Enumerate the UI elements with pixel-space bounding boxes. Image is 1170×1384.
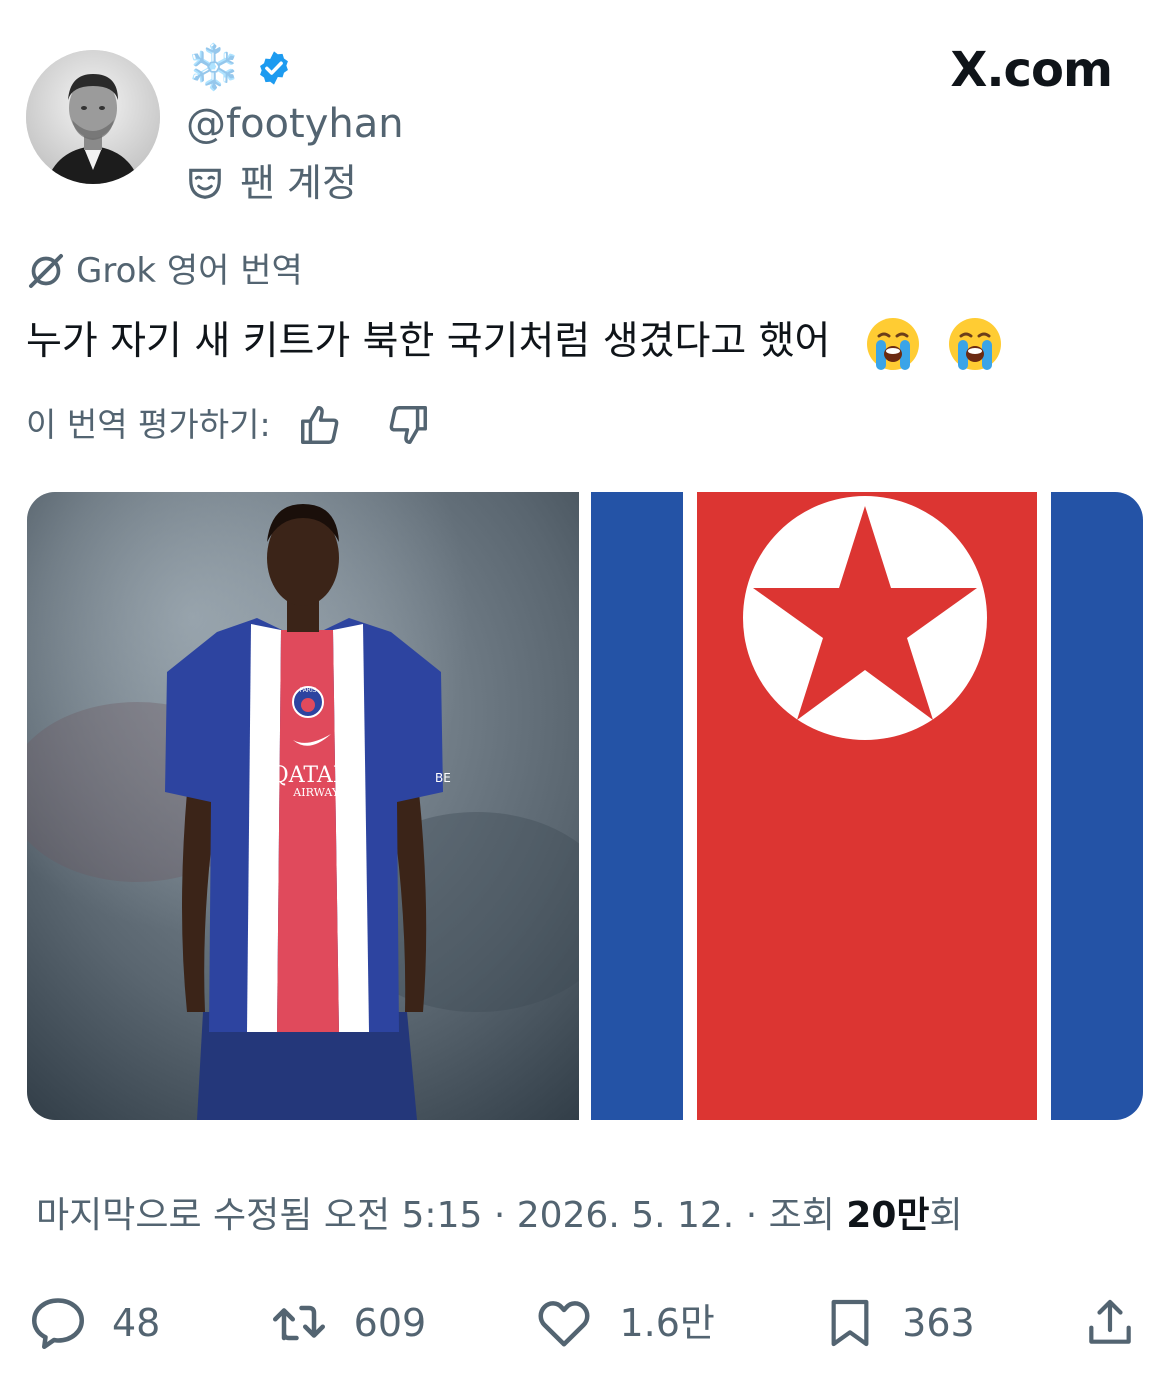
view-count-suffix: 회 [929, 1195, 963, 1236]
avatar[interactable] [26, 50, 160, 184]
repost-icon [272, 1305, 325, 1341]
tweet-meta: 마지막으로 수정됨 오전 5:15 · 2026. 5. 12. · 조회 20… [36, 1190, 963, 1242]
loudly-crying-face-icon [949, 317, 1002, 370]
fan-account-label: 팬 계정 [240, 161, 357, 205]
media-grid: PARIS QATAR AIRWAYS BE [27, 492, 1143, 1120]
author-handle[interactable]: @footyhan [186, 98, 404, 150]
bookmark-icon [831, 1299, 869, 1347]
heart-icon [538, 1301, 590, 1347]
tweet-text-body: 누가 자기 새 키트가 북한 국기처럼 생겼다고 했어 [26, 319, 831, 364]
thumbs-up-icon [300, 406, 338, 444]
player-kit-photo[interactable]: PARIS QATAR AIRWAYS BE [27, 492, 579, 1120]
thumbs-down-button[interactable] [383, 400, 433, 450]
sleeve-text: BE [435, 771, 451, 785]
action-bar: 48 609 1.6만 363 [28, 1288, 1138, 1358]
grok-icon [29, 254, 63, 288]
display-name[interactable]: ❄️ [186, 40, 241, 96]
verified-badge-icon [259, 51, 288, 85]
repost-button[interactable]: 609 [268, 1293, 427, 1353]
reply-button[interactable]: 48 [28, 1293, 160, 1353]
like-button[interactable]: 1.6만 [533, 1293, 715, 1353]
loudly-crying-face-icon [866, 317, 919, 370]
north-korea-flag-image[interactable] [591, 492, 1143, 1120]
reply-icon [32, 1298, 84, 1349]
theater-mask-icon [189, 168, 221, 199]
bookmark-button[interactable]: 363 [822, 1293, 975, 1353]
thumbs-down-icon [389, 406, 427, 444]
like-count: 1.6만 [619, 1301, 715, 1345]
bookmark-count: 363 [902, 1301, 975, 1345]
view-count: 20만 [846, 1195, 930, 1236]
grok-translation-label: Grok 영어 번역 [26, 248, 303, 294]
tweet-text: 누가 자기 새 키트가 북한 국기처럼 생겼다고 했어 [26, 310, 1003, 374]
rate-translation-row: 이 번역 평가하기: [26, 400, 471, 450]
thumbs-up-button[interactable] [295, 400, 345, 450]
x-com-watermark: X.com [950, 42, 1113, 98]
edited-timestamp[interactable]: 마지막으로 수정됨 오전 5:15 · 2026. 5. 12. · 조회 [36, 1195, 846, 1236]
repost-count: 609 [353, 1301, 427, 1345]
share-icon [1089, 1299, 1131, 1344]
sponsor-line-1: QATAR [271, 763, 351, 788]
fan-account-row: 팬 계정 [186, 158, 357, 208]
sponsor-line-2: AIRWAYS [292, 786, 346, 799]
reply-count: 48 [112, 1301, 161, 1345]
crest-text: PARIS [299, 687, 316, 694]
share-button[interactable] [1082, 1293, 1138, 1353]
rate-translation-label: 이 번역 평가하기: [26, 405, 271, 444]
author-name-row[interactable]: ❄️ [186, 40, 293, 96]
